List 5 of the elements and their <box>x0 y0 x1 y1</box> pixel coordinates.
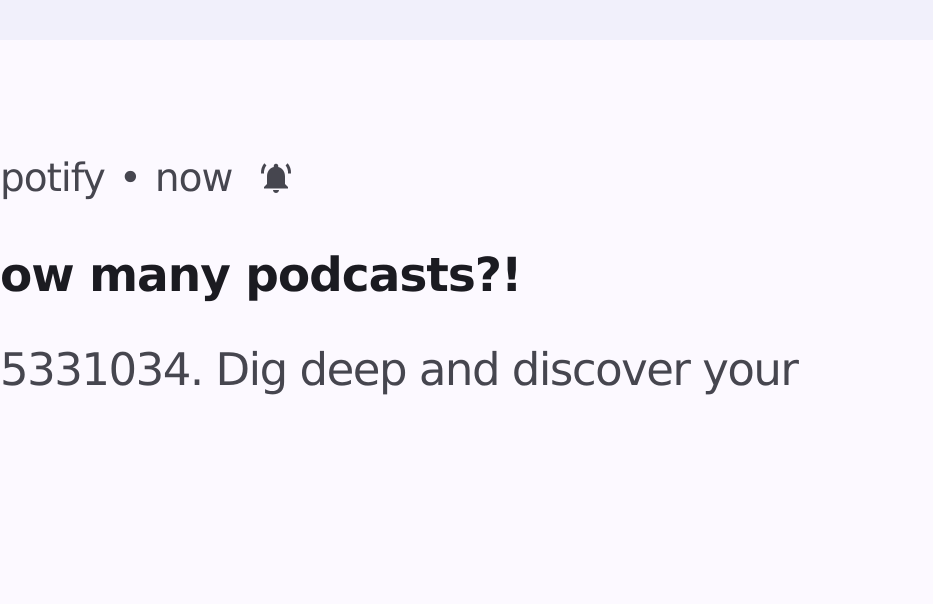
notification-time: now <box>154 156 232 200</box>
notification-title: ow many podcasts?! <box>0 248 522 303</box>
notification-body: 5331034. Dig deep and discover your <box>0 343 800 396</box>
separator-dot: • <box>118 156 141 200</box>
app-name: potify <box>0 156 105 200</box>
